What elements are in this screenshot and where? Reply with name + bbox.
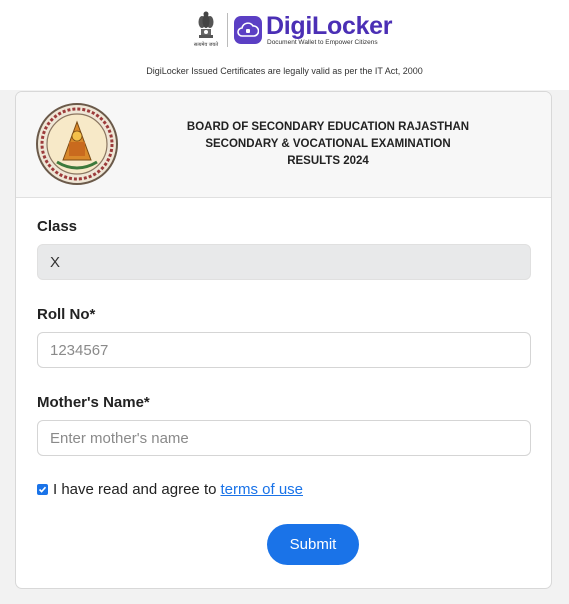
result-form-card: BOARD OF SECONDARY EDUCATION RAJASTHAN S…: [15, 91, 552, 589]
mothers-name-label: Mother's Name*: [37, 394, 150, 411]
legal-notice: DigiLocker Issued Certificates are legal…: [146, 66, 423, 76]
brand-text: DigiLocker Document Wallet to Empower Ci…: [266, 12, 393, 47]
board-title: BOARD OF SECONDARY EDUCATION RAJASTHAN S…: [166, 119, 490, 170]
agree-checkbox[interactable]: [37, 484, 48, 495]
national-emblem-icon: सत्यमेव जयते: [193, 9, 219, 51]
top-bar: सत्यमेव जयते DigiLocker Document Wallet …: [0, 0, 569, 90]
board-title-line-2: SECONDARY & VOCATIONAL EXAMINATION: [205, 138, 451, 150]
class-label: Class: [37, 218, 78, 235]
agree-text: I have read and agree to: [53, 481, 217, 498]
terms-of-use-link[interactable]: terms of use: [220, 481, 303, 498]
roll-no-label: Roll No*: [37, 306, 96, 323]
mothers-name-input[interactable]: [37, 420, 531, 456]
board-title-line-1: BOARD OF SECONDARY EDUCATION RAJASTHAN: [186, 121, 470, 133]
brand-tagline: Document Wallet to Empower Citizens: [267, 39, 378, 46]
submit-button[interactable]: Submit: [267, 524, 359, 565]
board-seal-icon: [35, 102, 119, 186]
digilocker-logo-icon: [234, 16, 262, 44]
emblem-caption: सत्यमेव जयते: [193, 42, 219, 48]
class-field: X: [37, 244, 531, 280]
brand-name: DigiLocker: [266, 12, 393, 40]
board-title-line-3: RESULTS 2024: [287, 155, 369, 167]
roll-no-input[interactable]: [37, 332, 531, 368]
digilocker-brand[interactable]: सत्यमेव जयते DigiLocker Document Wallet …: [193, 9, 393, 51]
brand-divider: [227, 13, 228, 47]
class-value: X: [50, 253, 61, 271]
checkmark-icon: [38, 486, 47, 493]
card-header: BOARD OF SECONDARY EDUCATION RAJASTHAN S…: [16, 92, 551, 198]
terms-agreement: I have read and agree to terms of use: [37, 481, 303, 498]
